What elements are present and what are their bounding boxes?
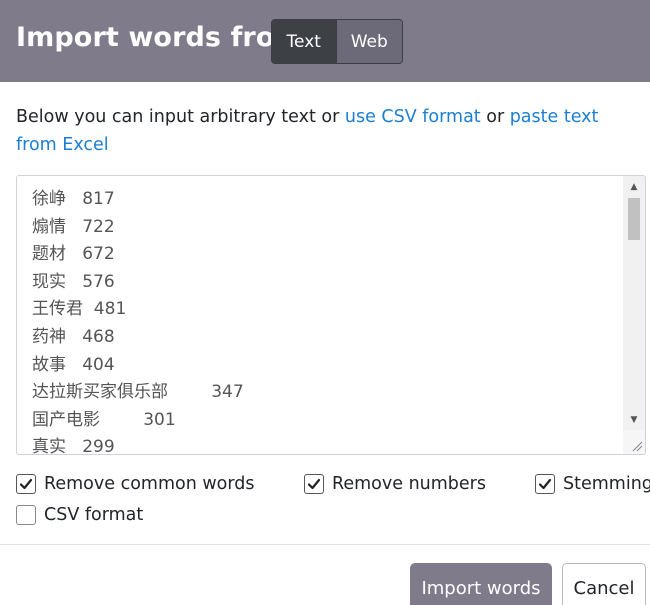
scroll-thumb[interactable]: [628, 198, 640, 240]
checkbox-csv-format[interactable]: [16, 505, 36, 525]
csv-format-link[interactable]: use CSV format: [345, 107, 481, 127]
tab-text[interactable]: Text: [272, 20, 336, 63]
text-line: 药神 468: [32, 326, 115, 347]
tab-web[interactable]: Web: [335, 20, 402, 63]
words-textarea[interactable]: 徐峥 817 煽情 722 题材 672 现实 576 王传君 481 药神 4…: [16, 175, 646, 455]
dialog-header: Import words from Text Web: [0, 0, 650, 82]
option-remove-numbers[interactable]: Remove numbers: [304, 474, 486, 494]
option-remove-common-words[interactable]: Remove common words: [16, 474, 255, 494]
intro-middle: or: [480, 107, 510, 127]
text-line: 煽情 722: [32, 216, 115, 237]
label-stemming: Stemming: [563, 474, 650, 494]
text-line: 题材 672: [32, 244, 115, 265]
checkbox-stemming[interactable]: [535, 474, 555, 494]
text-line: 徐峥 817: [32, 189, 115, 209]
text-line: 故事 404: [32, 354, 115, 375]
check-icon: [19, 478, 33, 490]
resize-handle-icon[interactable]: [623, 430, 645, 454]
checkbox-remove-numbers[interactable]: [304, 474, 324, 494]
text-line: 达拉斯买家俱乐部 347: [32, 382, 244, 403]
option-csv-format[interactable]: CSV format: [16, 505, 143, 525]
label-remove-common-words: Remove common words: [44, 474, 255, 494]
footer-divider: [0, 544, 650, 545]
scroll-up-icon[interactable]: ▲: [623, 178, 645, 196]
import-words-button[interactable]: Import words: [410, 563, 552, 605]
check-icon: [538, 478, 552, 490]
label-remove-numbers: Remove numbers: [332, 474, 486, 494]
text-line: 国产电影 301: [32, 409, 176, 430]
cancel-button[interactable]: Cancel: [562, 563, 646, 605]
text-line: 现实 576: [32, 271, 115, 292]
intro-text: Below you can input arbitrary text or us…: [16, 103, 636, 159]
option-stemming[interactable]: Stemming: [535, 474, 650, 494]
dialog-title: Import words from: [16, 22, 303, 53]
label-csv-format: CSV format: [44, 505, 144, 525]
scroll-down-icon[interactable]: ▼: [623, 411, 645, 429]
text-line: 王传君 481: [32, 299, 127, 320]
textarea-content: 徐峥 817 煽情 722 题材 672 现实 576 王传君 481 药神 4…: [32, 186, 622, 455]
checkbox-remove-common-words[interactable]: [16, 474, 36, 494]
intro-prefix: Below you can input arbitrary text or: [16, 107, 345, 127]
source-toggle: Text Web: [271, 19, 403, 64]
check-icon: [307, 478, 321, 490]
textarea-scrollbar[interactable]: ▲ ▼: [623, 176, 645, 431]
text-line: 真实 299: [32, 437, 115, 455]
